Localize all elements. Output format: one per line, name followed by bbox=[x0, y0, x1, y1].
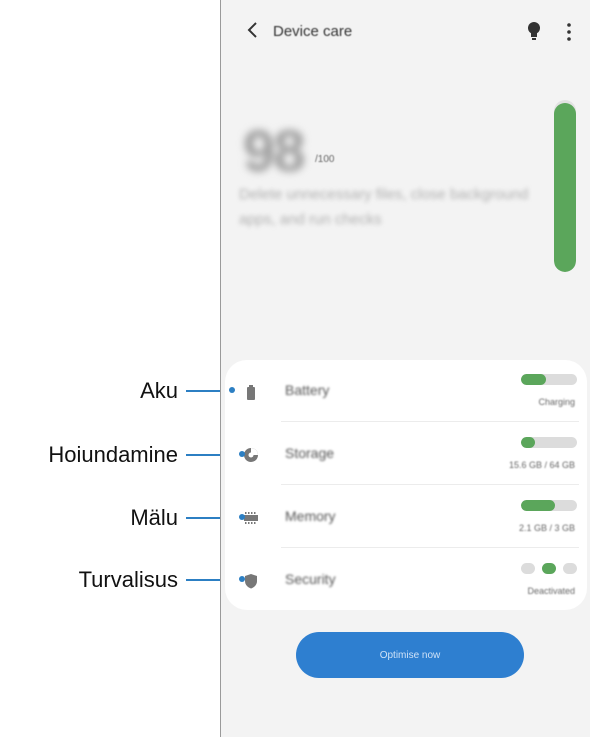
storage-usage: 15.6 GB / 64 GB bbox=[508, 460, 575, 470]
memory-row[interactable]: Memory 2.1 GB / 3 GB bbox=[225, 486, 587, 548]
callout-storage-label: Hoiundamine bbox=[48, 442, 178, 467]
battery-status: Charging bbox=[538, 397, 575, 407]
more-options-icon[interactable] bbox=[565, 22, 573, 42]
lightbulb-icon[interactable] bbox=[526, 20, 542, 42]
back-arrow-icon[interactable] bbox=[243, 20, 263, 40]
security-status: Deactivated bbox=[527, 586, 575, 596]
device-care-screen: Device care 98 /100 Delete unnecessary f… bbox=[220, 0, 590, 737]
score-level-bar bbox=[554, 100, 576, 272]
security-dot-1 bbox=[521, 563, 535, 574]
score-level-fill bbox=[554, 103, 576, 272]
battery-level-fill bbox=[521, 374, 547, 385]
storage-level-bar bbox=[521, 437, 577, 448]
divider bbox=[281, 547, 579, 548]
divider bbox=[281, 484, 579, 485]
storage-label: Storage bbox=[285, 445, 335, 461]
memory-usage: 2.1 GB / 3 GB bbox=[518, 523, 575, 533]
security-row[interactable]: Security Deactivated bbox=[225, 549, 587, 611]
score-description: Delete unnecessary files, close backgrou… bbox=[239, 186, 529, 228]
callout-memory: Mälu bbox=[0, 503, 250, 533]
security-dot-3 bbox=[563, 563, 577, 574]
storage-pie-icon bbox=[244, 448, 258, 462]
memory-label: Memory bbox=[285, 508, 336, 524]
callout-battery-dot bbox=[229, 387, 235, 393]
shield-icon bbox=[245, 574, 257, 589]
callout-storage-dot bbox=[239, 451, 245, 457]
app-bar: Device care bbox=[221, 14, 590, 50]
memory-level-bar bbox=[521, 500, 577, 511]
page-title: Device care bbox=[273, 23, 353, 40]
callout-security-dot bbox=[239, 576, 245, 582]
memory-chip-icon bbox=[244, 512, 258, 524]
storage-level-fill bbox=[521, 437, 535, 448]
battery-label: Battery bbox=[285, 382, 330, 398]
battery-icon bbox=[247, 385, 255, 400]
callout-memory-dot bbox=[239, 514, 245, 520]
divider bbox=[281, 421, 579, 422]
device-score: 98 bbox=[243, 119, 305, 184]
security-dot-2 bbox=[542, 563, 556, 574]
callout-security-label: Turvalisus bbox=[78, 567, 178, 592]
security-label: Security bbox=[285, 571, 336, 587]
battery-row[interactable]: Battery Charging bbox=[225, 360, 587, 422]
callout-battery: Aku bbox=[0, 376, 240, 406]
callout-memory-label: Mälu bbox=[130, 505, 178, 530]
callout-storage: Hoiundamine bbox=[0, 440, 250, 470]
storage-row[interactable]: Storage 15.6 GB / 64 GB bbox=[225, 423, 587, 485]
battery-level-bar bbox=[521, 374, 577, 385]
callout-security: Turvalisus bbox=[0, 565, 250, 595]
status-card: Battery Charging Storage 15.6 GB / 64 GB bbox=[225, 360, 587, 610]
memory-level-fill bbox=[521, 500, 555, 511]
device-score-max: /100 bbox=[315, 154, 335, 165]
callout-battery-label: Aku bbox=[140, 378, 178, 403]
optimise-now-button[interactable]: Optimise now bbox=[296, 632, 524, 678]
